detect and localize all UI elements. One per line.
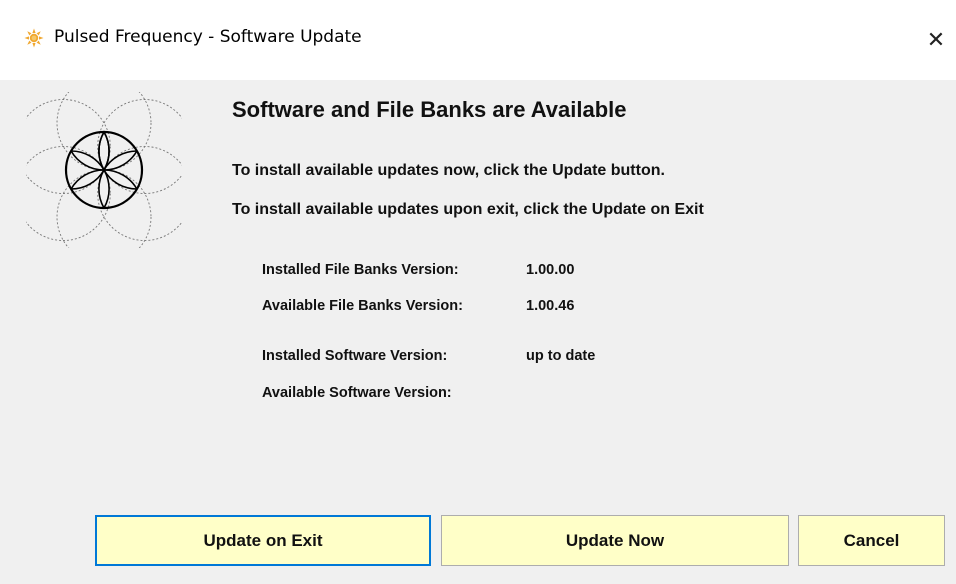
window-title: Pulsed Frequency - Software Update <box>54 27 362 47</box>
close-button[interactable]: ✕ <box>916 0 956 80</box>
update-now-button[interactable]: Update Now <box>441 515 789 566</box>
instruction-update-now: To install available updates now, click … <box>232 162 665 179</box>
available-file-banks-value: 1.00.46 <box>526 298 575 314</box>
close-icon: ✕ <box>926 27 946 53</box>
installed-software-value: up to date <box>526 348 596 364</box>
available-file-banks-label: Available File Banks Version: <box>262 298 463 314</box>
page-title: Software and File Banks are Available <box>232 97 627 122</box>
installed-file-banks-value: 1.00.00 <box>526 262 575 278</box>
flower-of-life-icon <box>26 92 182 248</box>
update-on-exit-button[interactable]: Update on Exit <box>95 515 431 566</box>
app-sun-icon <box>24 28 44 48</box>
available-software-label: Available Software Version: <box>262 385 452 401</box>
installed-file-banks-label: Installed File Banks Version: <box>262 262 459 278</box>
cancel-button[interactable]: Cancel <box>798 515 945 566</box>
installed-software-label: Installed Software Version: <box>262 348 448 364</box>
title-bar: Pulsed Frequency - Software Update ✕ <box>0 0 956 80</box>
update-dialog: Pulsed Frequency - Software Update ✕ Sof… <box>0 0 956 584</box>
instruction-update-on-exit: To install available updates upon exit, … <box>232 201 704 218</box>
